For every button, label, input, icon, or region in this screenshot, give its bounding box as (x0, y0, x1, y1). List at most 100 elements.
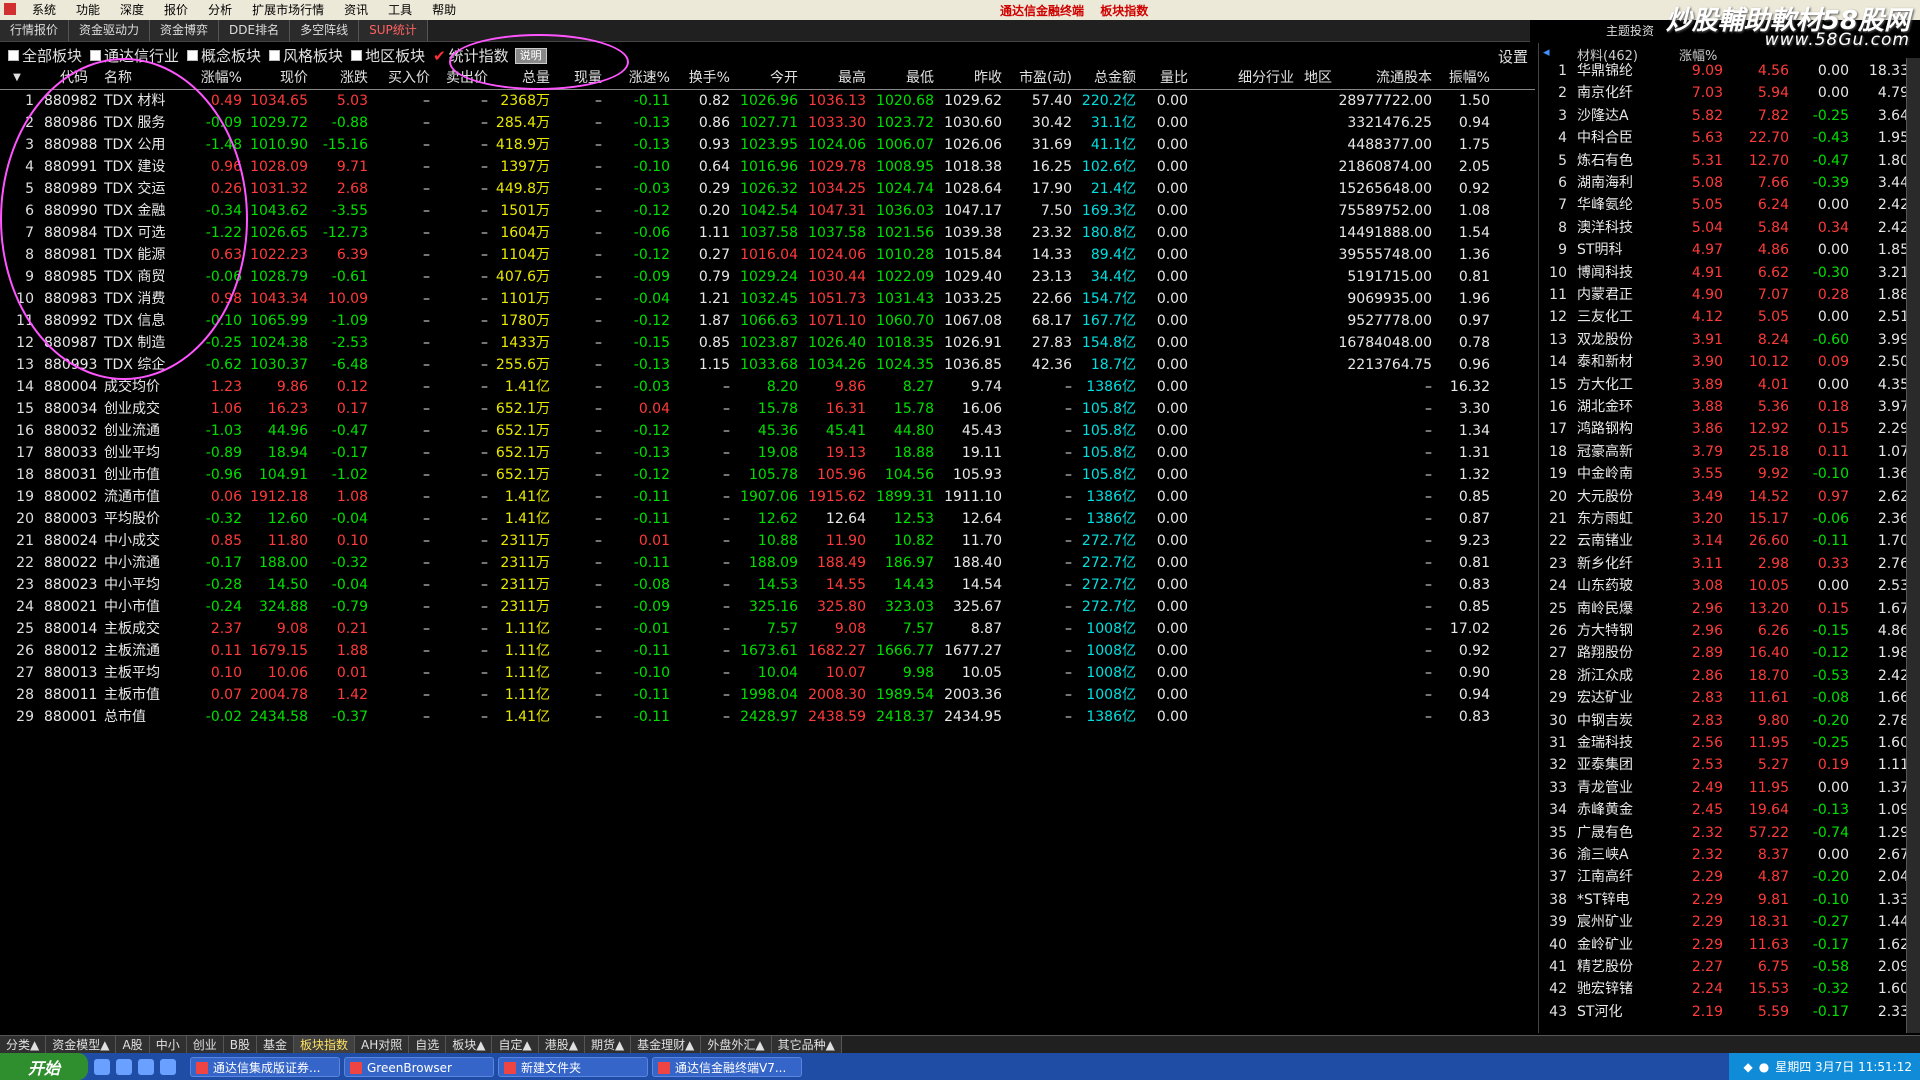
theme-invest-tab[interactable]: 主题投资 (1606, 22, 1654, 39)
sector-stock-row[interactable]: 25 南岭民爆 2.96 13.20 0.15 1.67 (1539, 598, 1920, 620)
sector-stock-row[interactable]: 40 金岭矿业 2.29 11.63 -0.17 1.62 (1539, 934, 1920, 956)
sector-stock-row[interactable]: 20 大元股份 3.49 14.52 0.97 2.62 (1539, 486, 1920, 508)
checkbox-icon[interactable] (269, 50, 281, 61)
sector-stock-row[interactable]: 9 ST明科 4.97 4.86 0.00 1.85 (1539, 239, 1920, 261)
filter-option[interactable]: 概念板块 (187, 45, 261, 66)
start-button[interactable]: 开始 (0, 1053, 88, 1080)
sector-stock-row[interactable]: 22 云南锗业 3.14 26.60 -0.11 1.70 (1539, 530, 1920, 552)
column-header[interactable]: 换手% (672, 67, 730, 89)
table-row[interactable]: 24 880021 中小市值 -0.24 324.88 -0.79– –2311万 – -0.0… (0, 596, 1535, 618)
column-header[interactable]: 昨收 (936, 67, 1002, 89)
column-header[interactable]: 总金额 (1074, 67, 1136, 89)
function-tab[interactable]: 多空阵线 (290, 20, 360, 41)
market-tab[interactable]: 基金理财▲ (631, 1036, 702, 1054)
sector-stock-row[interactable]: 31 金瑞科技 2.56 11.95 -0.25 1.60 (1539, 732, 1920, 754)
table-row[interactable]: 15 880034 创业成交 1.06 16.23 0.17– –652.1万 –0.04–1… (0, 398, 1535, 420)
tray-icon[interactable]: ◆ (1743, 1060, 1752, 1074)
function-tab[interactable]: 行情报价 (0, 20, 70, 41)
menu-item[interactable]: 深度 (110, 2, 154, 18)
market-tab[interactable]: A股 (116, 1036, 150, 1054)
menu-item[interactable]: 资讯 (334, 2, 378, 18)
sort-toggle-icon[interactable]: ▼ (0, 67, 34, 89)
filter-option[interactable]: 全部板块 (8, 45, 82, 66)
table-row[interactable]: 1 880982 TDX 材料 0.49 1034.65 5.03– –2368万 – -0.1… (0, 90, 1535, 112)
sector-stock-row[interactable]: 30 中钢吉炭 2.83 9.80 -0.20 2.78 (1539, 710, 1920, 732)
market-tab[interactable]: 自选 (409, 1036, 447, 1054)
filter-option[interactable]: 风格板块 (269, 45, 343, 66)
sector-stock-row[interactable]: 23 新乡化纤 3.11 2.98 0.33 2.76 (1539, 553, 1920, 575)
column-header[interactable]: 最低 (868, 67, 934, 89)
sector-stock-row[interactable]: 34 赤峰黄金 2.45 19.64 -0.13 1.09 (1539, 799, 1920, 821)
sector-stock-row[interactable]: 5 炼石有色 5.31 12.70 -0.47 1.80 (1539, 150, 1920, 172)
sector-stock-row[interactable]: 11 内蒙君正 4.90 7.07 0.28 1.88 (1539, 284, 1920, 306)
sector-stock-row[interactable]: 35 广晟有色 2.32 57.22 -0.74 1.29 (1539, 822, 1920, 844)
sector-stock-row[interactable]: 32 亚泰集团 2.53 5.27 0.19 1.11 (1539, 754, 1920, 776)
column-header[interactable]: 细分行业 (1190, 67, 1294, 89)
quicklaunch-icon[interactable] (160, 1058, 176, 1075)
checkbox-icon[interactable] (90, 50, 102, 61)
sector-stock-row[interactable]: 42 驰宏锌锗 2.24 15.53 -0.32 1.60 (1539, 978, 1920, 1000)
sector-stock-row[interactable]: 6 湖南海利 5.08 7.66 -0.39 3.44 (1539, 172, 1920, 194)
function-tab[interactable]: DDE排名 (219, 20, 291, 41)
table-row[interactable]: 14 880004 成交均价 1.23 9.86 0.12– –1.41亿 – -0.03–8.… (0, 376, 1535, 398)
sector-stock-row[interactable]: 24 山东药玻 3.08 10.05 0.00 2.53 (1539, 575, 1920, 597)
function-tab[interactable]: SUP统计 (359, 20, 428, 41)
column-header[interactable]: 涨跌 (310, 67, 368, 89)
sector-stock-row[interactable]: 13 双龙股份 3.91 8.24 -0.60 3.99 (1539, 329, 1920, 351)
market-tab[interactable]: 其它品种▲ (771, 1036, 842, 1054)
table-row[interactable]: 13 880993 TDX 综企 -0.62 1030.37 -6.48– –255.6万 –… (0, 354, 1535, 376)
table-row[interactable]: 26 880012 主板流通 0.11 1679.15 1.88– –1.11亿 – -0.11… (0, 640, 1535, 662)
table-row[interactable]: 2 880986 TDX 服务 -0.09 1029.72 -0.88– –285.4万 – -… (0, 112, 1535, 134)
column-header[interactable]: 市盈(动) (1004, 67, 1072, 89)
column-header[interactable]: 今开 (732, 67, 798, 89)
sector-stock-row[interactable]: 3 沙隆达A 5.82 7.82 -0.25 3.64 (1539, 105, 1920, 127)
market-tab[interactable]: 资金模型▲ (46, 1036, 117, 1054)
checkbox-icon[interactable] (351, 50, 363, 61)
sector-stock-row[interactable]: 18 冠豪高新 3.79 25.18 0.11 1.07 (1539, 441, 1920, 463)
taskbar-task[interactable]: 新建文件夹 (498, 1056, 648, 1077)
vertical-scrollbar[interactable] (1906, 58, 1920, 1033)
quicklaunch-icon[interactable] (94, 1058, 110, 1075)
sector-stock-row[interactable]: 39 宸州矿业 2.29 18.31 -0.27 1.44 (1539, 911, 1920, 933)
column-header[interactable]: 现价 (244, 67, 308, 89)
sector-stock-row[interactable]: 29 宏达矿业 2.83 11.61 -0.08 1.66 (1539, 687, 1920, 709)
sector-stock-row[interactable]: 36 渝三峡A 2.32 8.37 0.00 2.67 (1539, 844, 1920, 866)
table-row[interactable]: 29 880001 总市值 -0.02 2434.58 -0.37– –1.41亿 – -0.1… (0, 706, 1535, 728)
column-header[interactable]: 买入价 (372, 67, 430, 89)
market-tab[interactable]: AH对照 (354, 1036, 410, 1054)
checkbox-icon[interactable] (8, 50, 19, 61)
sector-stock-row[interactable]: 41 精艺股份 2.27 6.75 -0.58 2.09 (1539, 956, 1920, 978)
table-row[interactable]: 27 880013 主板平均 0.10 10.06 0.01– –1.11亿 – -0.10–1… (0, 662, 1535, 684)
market-tab[interactable]: 板块指数 (293, 1036, 355, 1054)
sector-stock-row[interactable]: 4 中科合臣 5.63 22.70 -0.43 1.95 (1539, 127, 1920, 149)
sector-stock-row[interactable]: 14 泰和新材 3.90 10.12 0.09 2.50 (1539, 351, 1920, 373)
function-tab[interactable]: 资金博弈 (150, 20, 220, 41)
column-header[interactable]: 流通股本 (1334, 67, 1432, 89)
sector-stock-row[interactable]: 17 鸿路钢构 3.86 12.92 0.15 2.29 (1539, 418, 1920, 440)
sector-stock-row[interactable]: 27 路翔股份 2.89 16.40 -0.12 1.98 (1539, 642, 1920, 664)
function-tab[interactable]: 资金驱动力 (69, 20, 151, 41)
sector-stock-row[interactable]: 28 浙江众成 2.86 18.70 -0.53 2.42 (1539, 665, 1920, 687)
column-header[interactable]: 振幅% (1436, 67, 1490, 89)
sector-stock-row[interactable]: 43 ST河化 2.19 5.59 -0.17 2.33 (1539, 1001, 1920, 1023)
table-row[interactable]: 12 880987 TDX 制造 -0.25 1024.38 -2.53– –1433万 – -… (0, 332, 1535, 354)
sector-stock-row[interactable]: 15 方大化工 3.89 4.01 0.00 4.35 (1539, 374, 1920, 396)
table-row[interactable]: 16 880032 创业流通 -1.03 44.96 -0.47– –652.1万 – -0.1… (0, 420, 1535, 442)
sector-stock-row[interactable]: 1 华鼎锦纶 9.09 4.56 0.00 18.33 (1539, 60, 1920, 82)
table-row[interactable]: 22 880022 中小流通 -0.17 188.00 -0.32– –2311万 – -0.1… (0, 552, 1535, 574)
menu-item[interactable]: 功能 (66, 2, 110, 18)
menu-item[interactable]: 扩展市场行情 (242, 2, 334, 18)
table-row[interactable]: 23 880023 中小平均 -0.28 14.50 -0.04– –2311万 – -0.08… (0, 574, 1535, 596)
menu-item[interactable]: 系统 (22, 2, 66, 18)
sector-stock-row[interactable]: 26 方大特钢 2.96 6.26 -0.15 4.86 (1539, 620, 1920, 642)
market-tab[interactable]: 分类▲ (0, 1036, 47, 1054)
taskbar-task[interactable]: 通达信集成版证券... (190, 1056, 340, 1077)
table-row[interactable]: 19 880002 流通市值 0.06 1912.18 1.08– –1.41亿 – -0.11… (0, 486, 1535, 508)
table-row[interactable]: 17 880033 创业平均 -0.89 18.94 -0.17– –652.1万 – -0.1… (0, 442, 1535, 464)
tray-icon[interactable]: ● (1759, 1060, 1769, 1074)
sector-stock-row[interactable]: 2 南京化纤 7.03 5.94 0.00 4.79 (1539, 82, 1920, 104)
sector-stock-row[interactable]: 19 中金岭南 3.55 9.92 -0.10 1.36 (1539, 463, 1920, 485)
market-tab[interactable]: 创业 (186, 1036, 224, 1054)
market-tab[interactable]: B股 (223, 1036, 257, 1054)
market-tab[interactable]: 外盘外汇▲ (701, 1036, 772, 1054)
